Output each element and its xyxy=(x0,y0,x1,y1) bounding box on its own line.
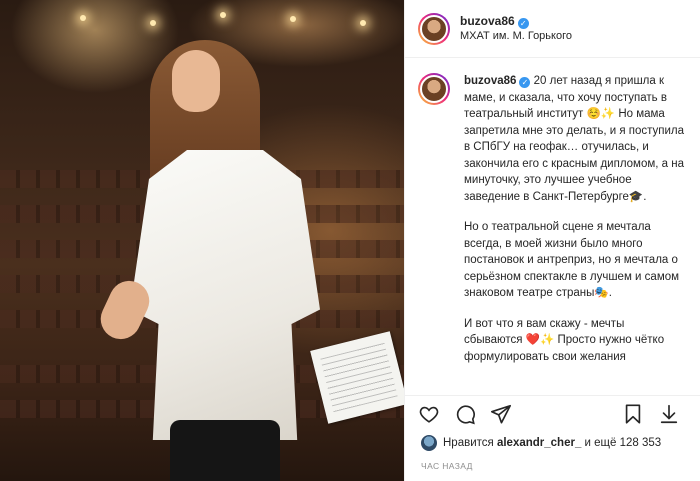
caption-avatar[interactable] xyxy=(418,73,450,105)
post-timestamp[interactable]: час назад xyxy=(421,461,473,471)
heart-icon[interactable] xyxy=(415,400,443,428)
stage-light xyxy=(150,20,156,26)
caption-paragraph: Но о театральной сцене я мечтала всегда,… xyxy=(464,221,680,299)
caption-text: buzova86 ✓ 20 лет назад я пришла к маме, … xyxy=(464,73,685,392)
black-leggings xyxy=(170,420,280,481)
header-text: buzova86 ✓ МХАТ им. М. Горького xyxy=(460,13,572,44)
stage-light xyxy=(290,16,296,22)
caption-paragraph: И вот что я вам скажу - мечты сбываются … xyxy=(464,317,665,363)
verified-badge-icon: ✓ xyxy=(519,77,531,88)
likes-count[interactable]: и ещё 128 353 xyxy=(585,437,662,449)
download-icon[interactable] xyxy=(655,400,683,428)
post-side-panel: buzova86 ✓ МХАТ им. М. Горького buzova86 ✓… xyxy=(404,0,700,481)
post-header: buzova86 ✓ МХАТ им. М. Горького xyxy=(405,0,700,58)
caption-paragraph-text: 20 лет назад я пришла к маме, и сказала,… xyxy=(464,75,685,203)
woman-face xyxy=(172,50,220,112)
stage-light xyxy=(360,20,366,26)
verified-badge-icon: ✓ xyxy=(517,18,529,29)
avatar-image xyxy=(420,75,448,103)
liker-avatar[interactable] xyxy=(421,435,437,451)
caption-username-link[interactable]: buzova86 xyxy=(464,75,516,87)
white-shirt xyxy=(130,150,320,440)
post-photo[interactable] xyxy=(0,0,404,481)
caption-paragraph: buzova86 ✓ 20 лет назад я пришла к маме, … xyxy=(464,73,685,205)
location-link[interactable]: МХАТ им. М. Горького xyxy=(460,29,572,44)
likes-prefix: Нравится xyxy=(443,437,494,449)
avatar[interactable] xyxy=(418,12,450,45)
username-link[interactable]: buzova86 xyxy=(460,14,515,28)
share-icon[interactable] xyxy=(487,400,515,428)
bookmark-icon[interactable] xyxy=(619,400,647,428)
stage-light xyxy=(220,12,226,18)
action-bar xyxy=(405,395,700,431)
liker-username-link[interactable]: alexandr_cher_ xyxy=(497,437,581,449)
avatar-image xyxy=(420,14,448,43)
comment-icon[interactable] xyxy=(451,400,479,428)
likes-summary[interactable]: Нравится alexandr_cher_ и ещё 128 353 xyxy=(421,434,691,452)
stage-light xyxy=(80,15,86,21)
caption-area[interactable]: buzova86 ✓ 20 лет назад я пришла к маме, … xyxy=(405,59,700,392)
